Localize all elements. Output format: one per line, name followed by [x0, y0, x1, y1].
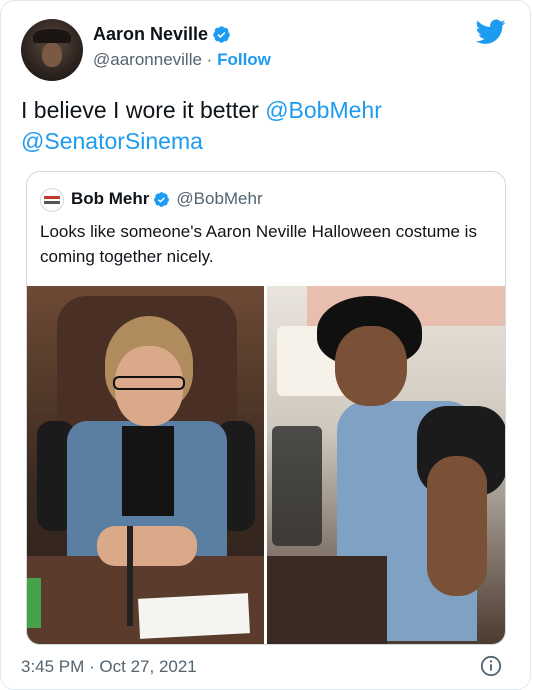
quoted-author-row: Bob Mehr @BobMehr: [71, 189, 263, 209]
info-icon[interactable]: [480, 655, 502, 677]
author-name-row: Aaron Neville: [93, 24, 231, 45]
tweet-body: I believe I wore it better: [21, 97, 266, 123]
author-handle[interactable]: @aaronneville: [93, 50, 202, 69]
tweet-timestamp[interactable]: 3:45 PM · Oct 27, 2021: [21, 657, 197, 677]
quoted-tweet-text: Looks like someone's Aaron Neville Hallo…: [40, 222, 477, 266]
author-avatar[interactable]: [21, 19, 83, 81]
tweet-text: I believe I wore it better @BobMehr @Sen…: [21, 95, 511, 157]
mention-bobmehr[interactable]: @BobMehr: [265, 97, 382, 123]
quoted-tweet[interactable]: Bob Mehr @BobMehr Looks like someone's A…: [26, 171, 506, 645]
handle-separator: ·: [206, 50, 213, 69]
quoted-author-handle[interactable]: @BobMehr: [176, 189, 262, 209]
verified-badge-icon: [213, 26, 230, 43]
tweet-card: Aaron Neville @aaronneville · Follow I b…: [0, 0, 531, 690]
quoted-author-name[interactable]: Bob Mehr: [71, 189, 149, 209]
author-handle-row: @aaronneville · Follow: [93, 50, 271, 70]
mention-senatorsinema[interactable]: @SenatorSinema: [21, 128, 203, 154]
verified-badge-icon: [154, 191, 170, 207]
quoted-photo-left[interactable]: [27, 286, 264, 644]
twitter-bird-icon[interactable]: [476, 19, 506, 45]
author-name[interactable]: Aaron Neville: [93, 24, 208, 45]
follow-button[interactable]: Follow: [217, 50, 271, 69]
quoted-photo-right[interactable]: [267, 286, 505, 644]
quoted-author-avatar[interactable]: [40, 188, 64, 212]
